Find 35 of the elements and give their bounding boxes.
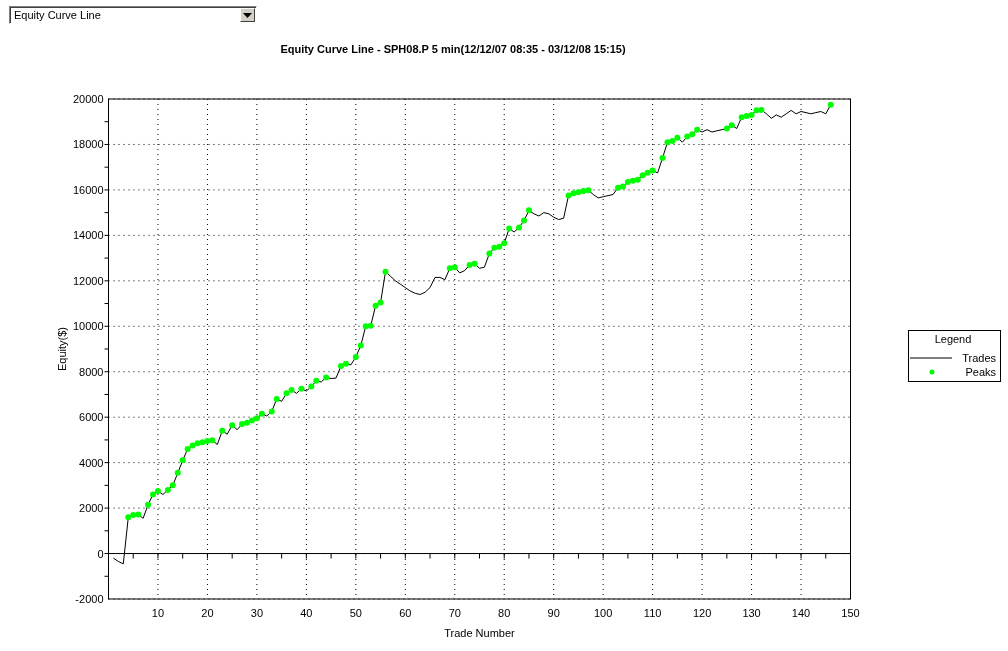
x-tick-label: 30 bbox=[250, 607, 263, 619]
x-tick-label: 40 bbox=[300, 607, 313, 619]
x-tick-label: 50 bbox=[349, 607, 362, 619]
legend-title: Legend bbox=[934, 333, 972, 345]
x-tick-label: 80 bbox=[498, 607, 511, 619]
x-tick-label: 100 bbox=[594, 607, 613, 619]
x-tick-label: 150 bbox=[841, 607, 860, 619]
y-tick-label: 0 bbox=[97, 547, 104, 560]
x-tick-label: 20 bbox=[201, 607, 214, 619]
y-tick-label: 4000 bbox=[79, 456, 104, 469]
x-tick-label: 130 bbox=[742, 607, 761, 619]
legend-label: Trades bbox=[962, 352, 996, 364]
x-tick-label: 140 bbox=[791, 607, 811, 619]
x-tick-label: 110 bbox=[643, 607, 662, 619]
y-tick-label: 16000 bbox=[72, 183, 104, 196]
y-tick-label: 12000 bbox=[72, 274, 104, 287]
y-tick-label: 18000 bbox=[72, 138, 104, 151]
y-tick-label: -2000 bbox=[75, 593, 104, 605]
y-tick-label: 10000 bbox=[72, 320, 104, 333]
x-tick-label: 120 bbox=[692, 607, 712, 619]
caret-icon[interactable] bbox=[240, 8, 255, 22]
y-tick-label: 14000 bbox=[72, 229, 104, 242]
chart-type-dropdown[interactable]: Equity Curve Line bbox=[9, 6, 257, 24]
chart-title: Equity Curve Line - SPH08.P 5 min(12/12/07 08:35 - 03/12/08 15:15) bbox=[279, 43, 627, 55]
y-tick-label: 8000 bbox=[79, 365, 104, 378]
y-tick-label: 20000 bbox=[72, 93, 104, 105]
legend-label: Peaks bbox=[965, 366, 996, 378]
x-tick-label: 70 bbox=[448, 607, 461, 619]
x-tick-label: 10 bbox=[151, 607, 165, 619]
y-tick-label: 2000 bbox=[79, 502, 104, 515]
x-axis-title: Trade Number bbox=[444, 627, 515, 639]
y-axis-title: Equity($) bbox=[56, 327, 68, 371]
x-tick-label: 90 bbox=[547, 607, 560, 619]
y-tick-label: 6000 bbox=[79, 411, 104, 424]
x-tick-label: 60 bbox=[399, 607, 412, 619]
